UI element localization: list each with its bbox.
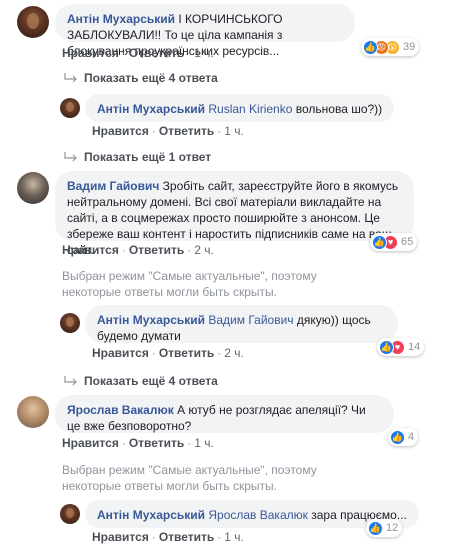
avatar[interactable] <box>17 172 49 204</box>
like-icon: 👍 <box>372 234 387 250</box>
show-more-replies-button[interactable]: Показать ещё 4 ответа <box>64 71 218 85</box>
comment-bubble: Антін Мухарський Ruslan Kirienko вольнов… <box>85 94 395 122</box>
reaction-count: 39 <box>403 41 416 53</box>
reaction-count: 12 <box>386 522 399 534</box>
filter-notice: Выбран режим "Самые актуальные", поэтому… <box>62 463 317 493</box>
avatar[interactable] <box>17 396 49 428</box>
comment-actions: Нравится · Ответить · 2 ч. <box>62 243 214 257</box>
reply-button[interactable]: Ответить <box>159 124 214 138</box>
author-name[interactable]: Антін Мухарський <box>97 508 205 522</box>
comment-actions: Нравится · Ответить · 1 ч. <box>62 436 214 450</box>
reaction-summary[interactable]: 👍 ♥ 65 <box>370 233 418 251</box>
comment-bubble: Вадим Гайович Зробіть сайт, зареєструйте… <box>55 171 414 257</box>
reply-arrow-icon <box>64 376 77 386</box>
reaction-count: 65 <box>401 236 414 248</box>
reaction-count: 14 <box>408 341 421 353</box>
mention-link[interactable]: Вадим Гайович <box>208 313 293 327</box>
comment-text: вольнова шо?)) <box>295 102 383 116</box>
reply-arrow-icon <box>64 152 77 162</box>
show-more-replies-button[interactable]: Показать ещё 1 ответ <box>64 150 211 164</box>
timestamp[interactable]: 2 ч. <box>194 243 214 257</box>
reply-button[interactable]: Ответить <box>159 346 214 360</box>
avatar[interactable] <box>60 98 80 118</box>
reply-arrow-icon <box>64 73 77 83</box>
timestamp[interactable]: 1 ч. <box>224 530 244 544</box>
reply-button[interactable]: Ответить <box>129 46 184 60</box>
comment-bubble: Антін Мухарський Вадим Гайович дякую)) щ… <box>85 305 398 343</box>
author-name[interactable]: Антін Мухарський <box>67 12 175 26</box>
like-button[interactable]: Нравится <box>62 243 119 257</box>
reaction-count: 4 <box>408 431 415 443</box>
timestamp[interactable]: 1 ч. <box>194 436 214 450</box>
comment-actions: Нравится · Ответить · 1 ч. <box>92 530 244 544</box>
like-button[interactable]: Нравится <box>92 124 149 138</box>
comment-actions: Нравится · Ответить · 1 ч. <box>62 46 214 60</box>
author-name[interactable]: Ярослав Вакалюк <box>67 403 174 417</box>
avatar[interactable] <box>60 313 80 333</box>
like-icon: 👍 <box>379 339 394 355</box>
reaction-summary[interactable]: 👍 😡 😮 39 <box>361 38 420 56</box>
reaction-summary[interactable]: 👍 4 <box>388 428 419 446</box>
avatar[interactable] <box>60 504 80 524</box>
like-icon: 👍 <box>363 39 378 55</box>
comment-actions: Нравится · Ответить · 2 ч. <box>92 346 244 360</box>
timestamp[interactable]: 1 ч. <box>224 124 244 138</box>
reaction-summary[interactable]: 👍 12 <box>366 519 403 537</box>
filter-notice: Выбран режим "Самые актуальные", поэтому… <box>62 269 317 299</box>
comment-bubble: Антін Мухарський І КОРЧИНСЬКОГО ЗАБЛОКУВ… <box>55 4 355 58</box>
show-more-replies-button[interactable]: Показать ещё 4 ответа <box>64 374 218 388</box>
like-button[interactable]: Нравится <box>62 436 119 450</box>
like-button[interactable]: Нравится <box>92 346 149 360</box>
comment-actions: Нравится · Ответить · 1 ч. <box>92 124 244 138</box>
comment-bubble: Ярослав Вакалюк А ютуб не розглядає апел… <box>55 395 394 433</box>
author-name[interactable]: Вадим Гайович <box>67 179 159 193</box>
author-name[interactable]: Антін Мухарський <box>97 102 205 116</box>
avatar[interactable] <box>17 6 49 38</box>
like-button[interactable]: Нравится <box>92 530 149 544</box>
reply-button[interactable]: Ответить <box>159 530 214 544</box>
like-icon: 👍 <box>368 520 383 536</box>
like-button[interactable]: Нравится <box>62 46 119 60</box>
like-icon: 👍 <box>390 429 405 445</box>
author-name[interactable]: Антін Мухарський <box>97 313 205 327</box>
reaction-summary[interactable]: 👍 ♥ 14 <box>377 338 425 356</box>
reply-button[interactable]: Ответить <box>129 243 184 257</box>
mention-link[interactable]: Ruslan Kirienko <box>208 102 292 116</box>
timestamp[interactable]: 2 ч. <box>224 346 244 360</box>
mention-link[interactable]: Ярослав Вакалюк <box>208 508 308 522</box>
timestamp[interactable]: 1 ч. <box>194 46 214 60</box>
reply-button[interactable]: Ответить <box>129 436 184 450</box>
